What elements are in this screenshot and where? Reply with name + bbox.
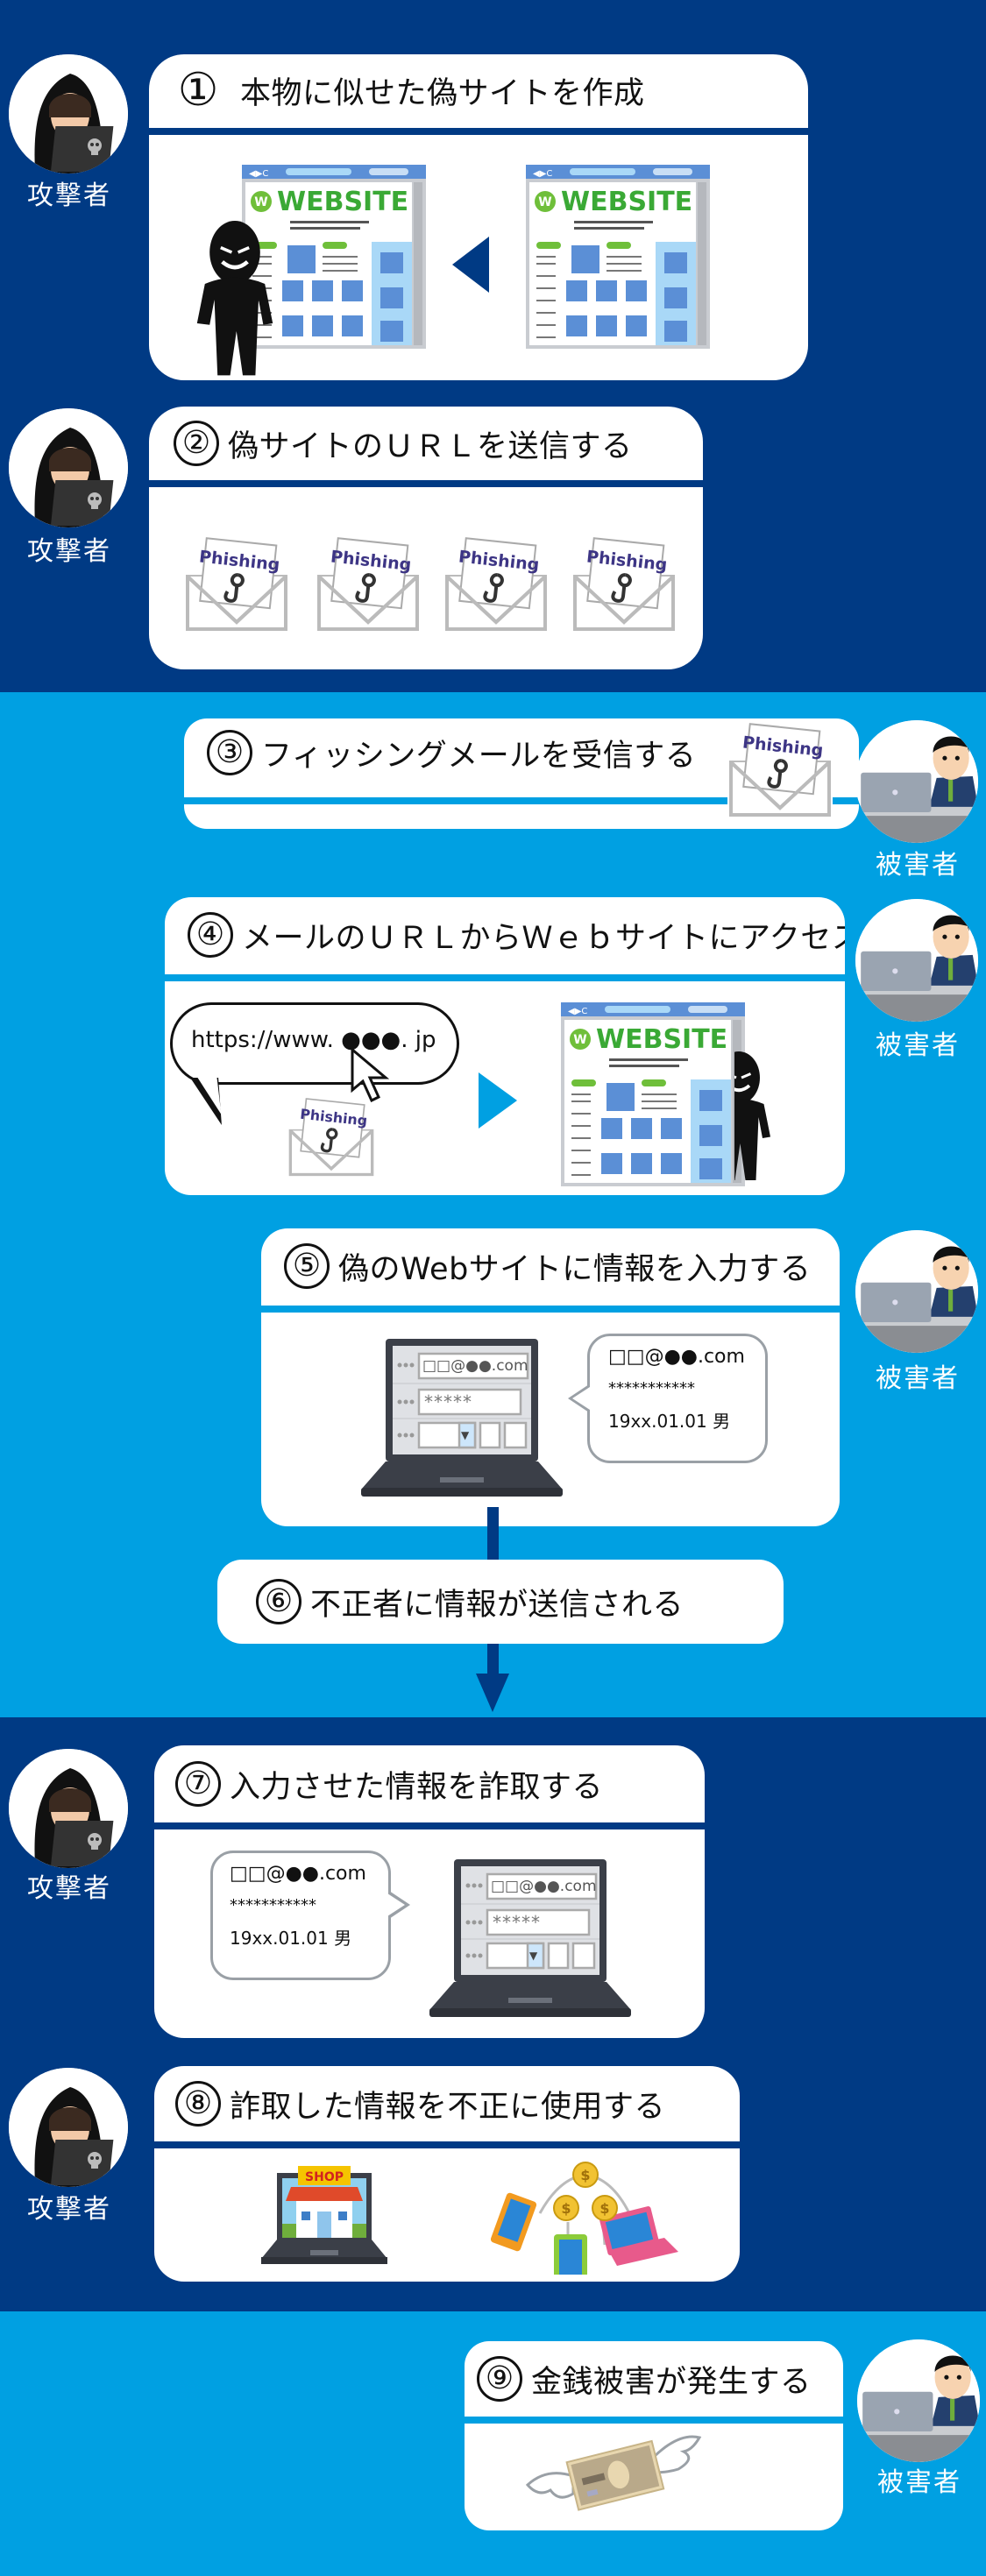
arrow-right-icon <box>479 1072 517 1129</box>
bubble-email: □□@●●.com <box>608 1346 745 1368</box>
victim-label: 被害者 <box>877 2467 961 2498</box>
shop-sign-text: SHOP <box>305 2170 344 2184</box>
step-2-card: ② 偽サイトのＵＲＬを送信する <box>149 407 703 669</box>
phishing-mail-icon <box>316 536 421 633</box>
bubble-birth-gender: 19xx.01.01 男 <box>608 1411 731 1432</box>
attacker-label: 攻撃者 <box>27 2194 111 2225</box>
thief-icon <box>734 1051 784 1183</box>
step-number: ⑦ <box>175 1761 221 1807</box>
svg-text:$: $ <box>580 2167 590 2183</box>
step-number: ⑥ <box>256 1579 301 1624</box>
step-title: フィッシングメールを受信する <box>261 738 697 774</box>
dropdown-arrow-icon: ▼ <box>529 1950 538 1962</box>
victim-avatar <box>855 899 978 1022</box>
fake-website-illustration <box>561 1002 745 1186</box>
step-title: 金銭被害が発生する <box>531 2364 812 2400</box>
step-title: 入力させた情報を詐取する <box>230 1769 604 1805</box>
bubble-password: *********** <box>608 1379 695 1398</box>
form-password-value: ***** <box>493 1912 541 1933</box>
laptop-form-illustration: □□@●●.com ***** ▼ <box>361 1339 563 1497</box>
step-4-card: ④ メールのＵＲＬからＷｅｂサイトにアクセス https://www. ●●●.… <box>165 897 845 1195</box>
victim-label: 被害者 <box>876 850 960 881</box>
attacker-label: 攻撃者 <box>27 536 111 567</box>
step-number: ⑤ <box>284 1243 330 1289</box>
form-password-value: ***** <box>424 1391 472 1412</box>
victim-avatar <box>855 720 978 843</box>
bubble-birth-gender: 19xx.01.01 男 <box>230 1928 352 1949</box>
devices-money-transfer-icon: $ $ $ <box>489 2161 682 2282</box>
online-shop-laptop-icon: SHOP <box>261 2166 387 2264</box>
step-number: ④ <box>188 912 233 958</box>
step-title: 不正者に情報が送信される <box>310 1587 685 1623</box>
step-title: 詐取した情報を不正に使用する <box>230 2089 666 2125</box>
real-website-illustration <box>526 165 710 349</box>
phishing-url-text: https://www. ●●●. jp <box>191 1027 436 1053</box>
laptop-form-illustration: □□@●●.com ***** ▼ <box>429 1859 631 2017</box>
form-email-value: □□@●●.com <box>491 1878 597 1895</box>
step-1-card: ① 本物に似せた偽サイトを作成 <box>149 54 808 380</box>
dropdown-arrow-icon: ▼ <box>461 1429 470 1441</box>
step-number: ② <box>174 421 219 466</box>
attacker-avatar <box>9 408 128 527</box>
phishing-mail-icon <box>727 722 833 818</box>
bubble-password: *********** <box>230 1896 316 1914</box>
thief-icon <box>184 221 286 379</box>
attacker-label: 攻撃者 <box>27 180 111 211</box>
arrow-left-icon <box>452 237 489 293</box>
victim-distressed-avatar <box>857 2339 980 2462</box>
step-title: 本物に似せた偽サイトを作成 <box>240 75 645 111</box>
attacker-avatar <box>9 1749 128 1868</box>
flying-money-icon <box>521 2424 705 2515</box>
attacker-avatar <box>9 54 128 173</box>
step-title: 偽のWebサイトに情報を入力する <box>338 1251 812 1287</box>
step-number: ⑧ <box>175 2081 221 2127</box>
step-8-card: ⑧ 詐取した情報を不正に使用する SHOP $ $ $ <box>154 2066 740 2282</box>
step-title: メールのＵＲＬからＷｅｂサイトにアクセス <box>242 920 845 956</box>
attacker-avatar <box>9 2068 128 2187</box>
svg-text:$: $ <box>599 2200 609 2217</box>
step-title: 偽サイトのＵＲＬを送信する <box>228 428 633 464</box>
step-number: ③ <box>207 730 252 775</box>
form-email-value: □□@●●.com <box>422 1357 528 1375</box>
phishing-mail-icon <box>184 536 289 633</box>
step-6-card: ⑥ 不正者に情報が送信される <box>217 1560 784 1644</box>
attacker-label: 攻撃者 <box>27 1873 111 1904</box>
step-7-card: ⑦ 入力させた情報を詐取する □□@●●.com *********** 19x… <box>154 1745 705 2038</box>
svg-text:$: $ <box>561 2200 571 2217</box>
step-5-card: ⑤ 偽のWebサイトに情報を入力する □□@●●.com ***** ▼ □□@… <box>261 1228 840 1526</box>
flow-arrow-head <box>476 1674 509 1712</box>
step-number: ① <box>177 64 219 117</box>
phishing-mail-icon <box>287 1097 375 1178</box>
phishing-mail-icon <box>571 536 677 633</box>
step-number: ⑨ <box>477 2356 522 2402</box>
victim-label: 被害者 <box>876 1030 960 1061</box>
victim-label: 被害者 <box>876 1363 960 1394</box>
bubble-email: □□@●●.com <box>230 1863 366 1885</box>
step-9-card: ⑨ 金銭被害が発生する <box>465 2341 843 2530</box>
step-3-card: ③ フィッシングメールを受信する <box>184 718 859 829</box>
phishing-mail-icon <box>443 536 549 633</box>
victim-avatar <box>855 1230 978 1353</box>
